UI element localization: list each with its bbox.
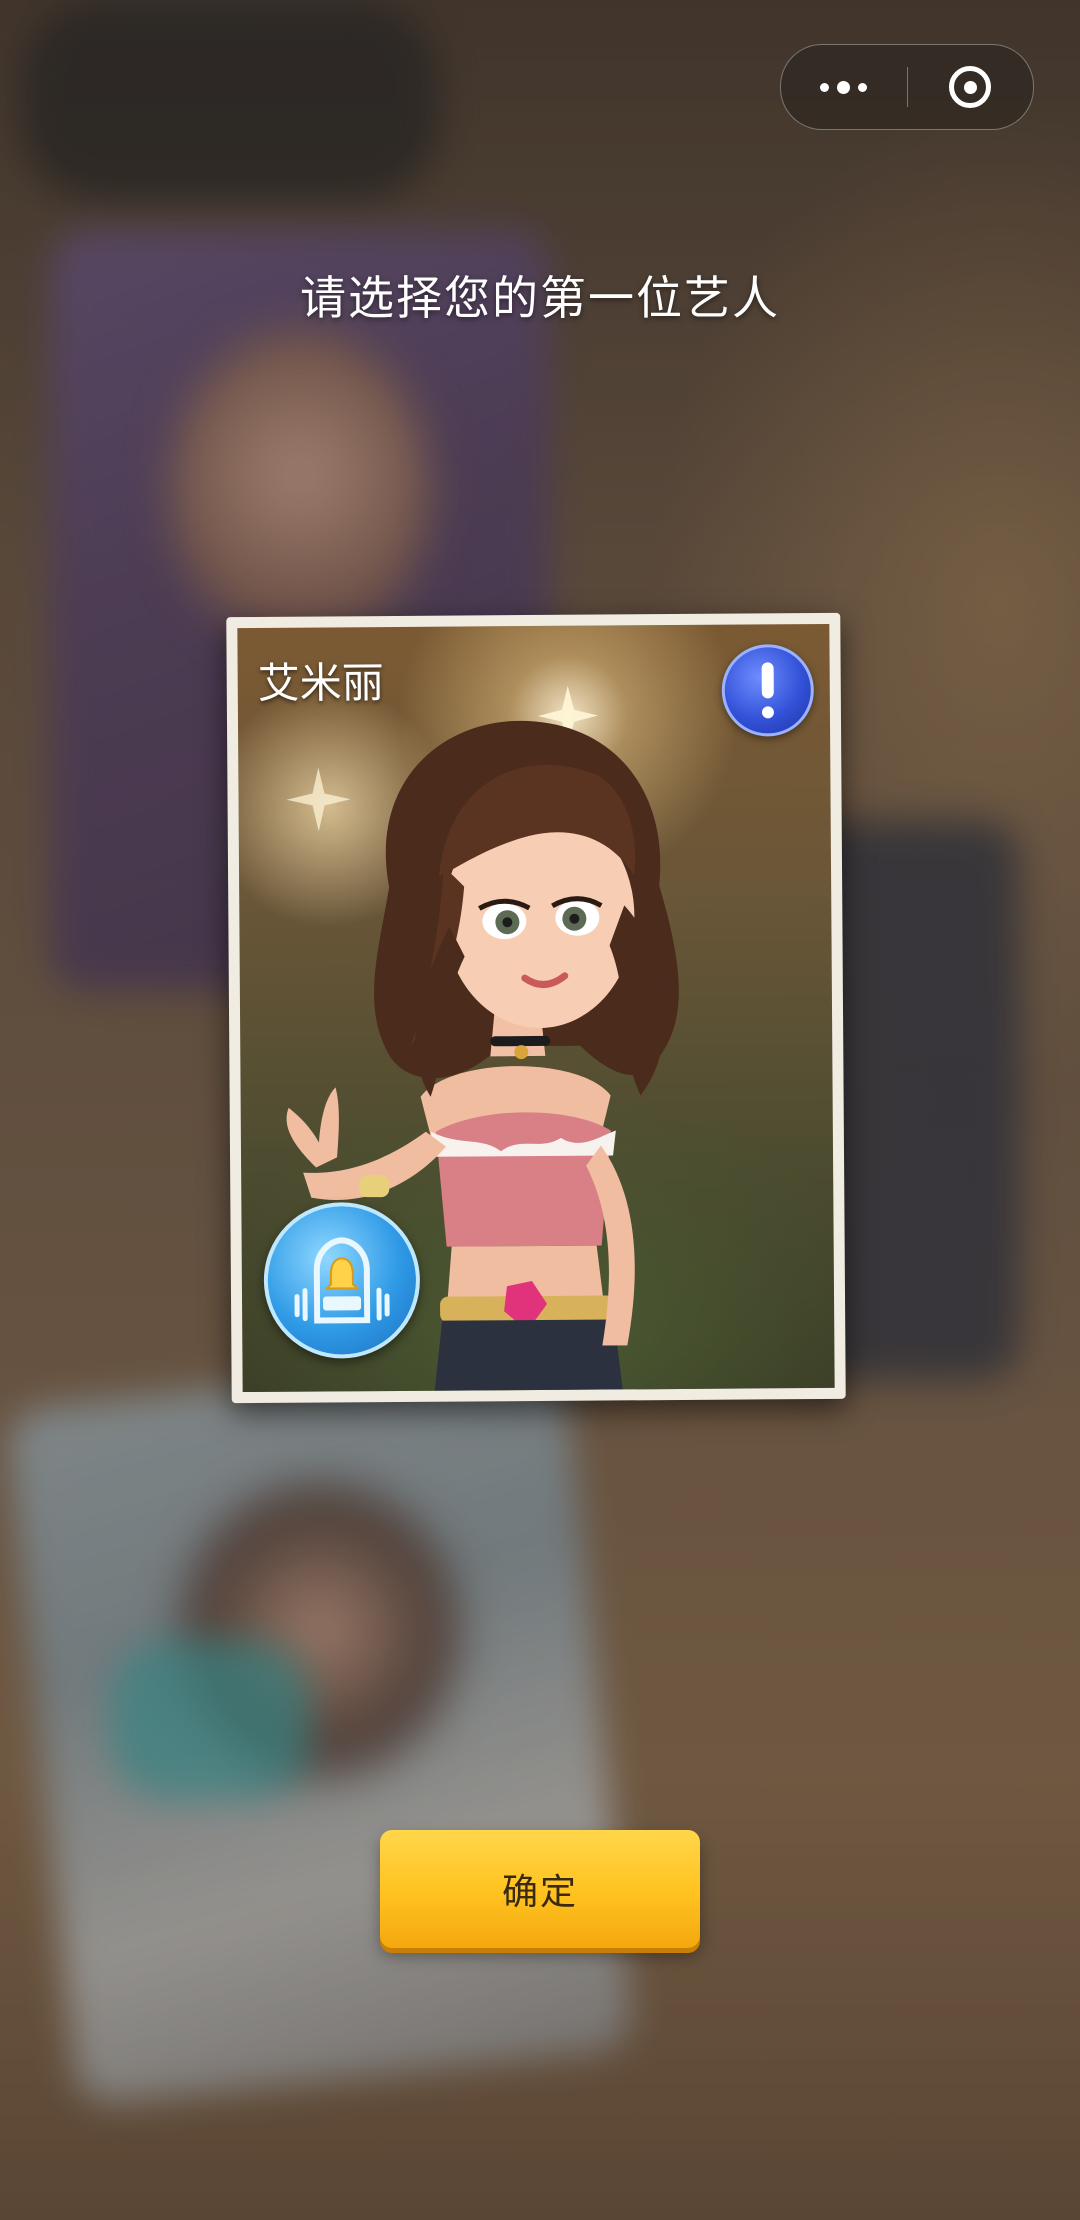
miniprogram-capsule [780,44,1034,130]
artist-name: 艾米丽 [257,658,384,708]
more-button[interactable] [781,45,907,129]
artist-selection-screen: 请选择您的第一位艺人 艾米丽 确定 [0,0,1080,2220]
confirm-button[interactable]: 确定 [380,1830,700,1948]
page-title: 请选择您的第一位艺人 [300,271,780,325]
target-circle-icon [949,66,992,108]
artist-card[interactable]: 艾米丽 [226,612,846,1404]
bell-stage-icon [263,1201,421,1359]
exclamation-icon[interactable] [721,644,815,737]
artist-card-art: 艾米丽 [237,623,835,1393]
more-dots-icon [820,80,868,94]
close-miniprogram-button[interactable] [908,45,1034,129]
